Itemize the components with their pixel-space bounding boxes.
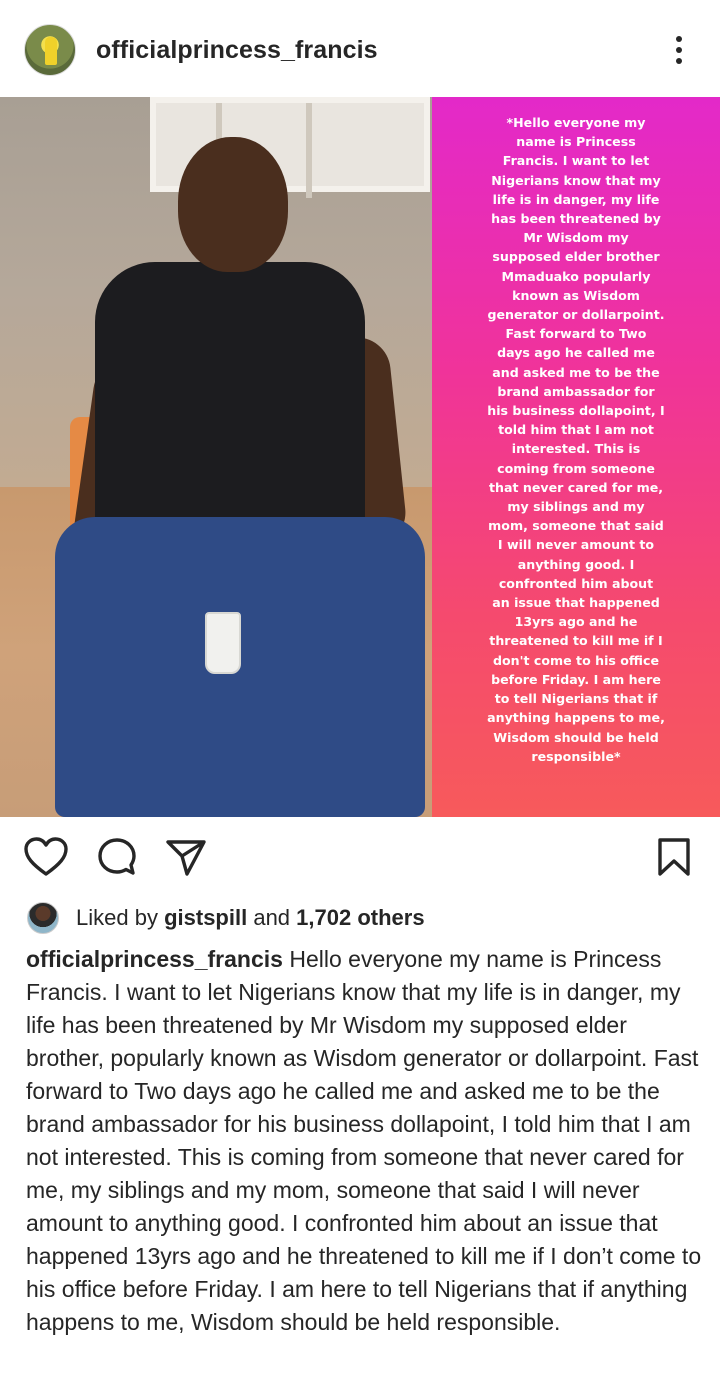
- heart-icon[interactable]: [24, 837, 68, 877]
- send-icon[interactable]: [165, 839, 207, 877]
- comment-icon[interactable]: [97, 837, 137, 877]
- likes-prefix: Liked by: [76, 905, 158, 930]
- caption-username[interactable]: officialprincess_francis: [26, 946, 283, 972]
- post-actions: [0, 817, 720, 899]
- story-text: *Hello everyone my name is Princess Fran…: [487, 115, 665, 764]
- likes-text[interactable]: Liked by gistspill and 1,702 others: [76, 905, 425, 931]
- post-header: officialprincess_francis: [0, 0, 720, 97]
- profile-avatar[interactable]: [24, 24, 76, 76]
- likes-user[interactable]: gistspill: [164, 905, 247, 930]
- more-vertical-icon[interactable]: [664, 36, 694, 68]
- cup: [205, 612, 241, 674]
- post-username[interactable]: officialprincess_francis: [96, 36, 378, 65]
- post-media[interactable]: *Hello everyone my name is Princess Fran…: [0, 97, 720, 817]
- liker-avatar[interactable]: [27, 902, 59, 934]
- bookmark-icon[interactable]: [657, 837, 691, 877]
- caption-text: Hello everyone my name is Princess Franc…: [26, 946, 702, 1335]
- story-text-panel: *Hello everyone my name is Princess Fran…: [432, 97, 720, 817]
- likes-row: Liked by gistspill and 1,702 others: [27, 902, 707, 934]
- likes-count[interactable]: 1,702 others: [296, 905, 424, 930]
- post-caption: officialprincess_francis Hello everyone …: [26, 943, 706, 1339]
- post-photo: [0, 97, 432, 817]
- likes-and: and: [253, 905, 291, 930]
